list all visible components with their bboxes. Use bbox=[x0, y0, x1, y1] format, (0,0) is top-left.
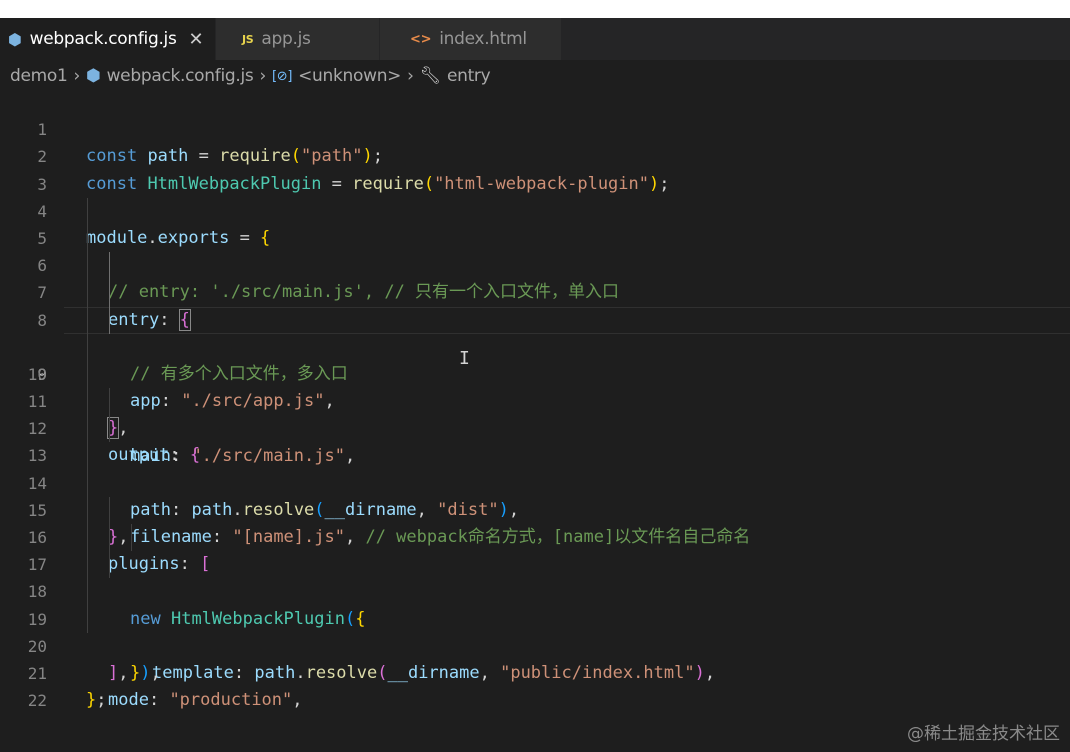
code-line: 16 new HtmlWebpackPlugin({ bbox=[0, 496, 1070, 629]
tab-index-html[interactable]: <> index.html bbox=[380, 18, 562, 60]
current-line-highlight bbox=[64, 306, 1070, 334]
chevron-right-icon: › bbox=[259, 66, 266, 86]
editor-tab-bar: ⬢ webpack.config.js ✕ JS app.js <> index… bbox=[0, 18, 1070, 60]
code-line: 22 bbox=[0, 660, 1070, 710]
tab-label: index.html bbox=[439, 29, 527, 49]
webpack-icon: ⬢ bbox=[8, 29, 22, 49]
breadcrumb-symbol[interactable]: <unknown> bbox=[298, 66, 401, 86]
code-line: 12 path: path.resolve(__dirname, "dist")… bbox=[0, 388, 1070, 520]
wrench-icon: 🔧︎ bbox=[419, 66, 442, 86]
code-line: 2 const HtmlWebpackPlugin = require("htm… bbox=[0, 116, 1070, 193]
code-line: 19 ], bbox=[0, 578, 1070, 683]
tab-label: app.js bbox=[261, 29, 311, 49]
breadcrumb: demo1 › ⬢ webpack.config.js › [⊘] <unkno… bbox=[0, 60, 1070, 92]
code-line: 13 filename: "[name].js", // webpack命名方式… bbox=[0, 415, 1070, 547]
code-line: 11 output: { bbox=[0, 360, 1070, 465]
breadcrumb-folder[interactable]: demo1 bbox=[10, 66, 68, 86]
code-line: 14 }, bbox=[0, 442, 1070, 547]
close-icon[interactable]: ✕ bbox=[189, 29, 204, 50]
code-line: 7 // 有多个入口文件，多入口 bbox=[0, 252, 1070, 384]
code-line: 6 entry: { bbox=[0, 224, 1070, 331]
html-icon: <> bbox=[410, 31, 432, 47]
tab-webpack-config[interactable]: ⬢ webpack.config.js ✕ bbox=[0, 18, 216, 60]
code-text: }; bbox=[86, 690, 107, 711]
code-line: 8 app: "./src/app.js", bbox=[0, 279, 1070, 411]
code-line: 5 // entry: './src/main.js', // 只有一个入口文件… bbox=[0, 197, 1070, 302]
top-strip bbox=[0, 0, 1070, 18]
tab-app-js[interactable]: JS app.js bbox=[216, 18, 380, 60]
chevron-right-icon: › bbox=[407, 66, 414, 86]
text-cursor-icon: I bbox=[459, 348, 470, 369]
code-line: 15 plugins: [ bbox=[0, 469, 1070, 574]
tab-label: webpack.config.js bbox=[29, 29, 177, 49]
code-editor[interactable]: 1 const path = require("path"); 2 const … bbox=[0, 89, 1070, 710]
breadcrumb-file[interactable]: webpack.config.js bbox=[107, 66, 254, 86]
chevron-right-icon: › bbox=[73, 66, 81, 86]
symbol-variable-icon: [⊘] bbox=[271, 68, 293, 84]
breadcrumb-property[interactable]: entry bbox=[447, 66, 491, 86]
webpack-icon: ⬢ bbox=[86, 66, 101, 86]
code-line: 17 template: path.resolve(__dirname, "pu… bbox=[0, 524, 1070, 683]
code-line: 10 }, bbox=[0, 333, 1070, 440]
code-text: mode: "production", bbox=[108, 690, 303, 711]
code-line: 4 module.exports = { bbox=[0, 171, 1070, 248]
watermark: @稀土掘金技术社区 bbox=[907, 724, 1060, 744]
code-line: 18 }), bbox=[0, 551, 1070, 683]
js-icon: JS bbox=[242, 32, 254, 46]
code-line: 20 mode: "production", bbox=[0, 605, 1070, 710]
code-line: 1 const path = require("path"); bbox=[0, 89, 1070, 166]
code-line-current: 9 main: "./src/main.js", bbox=[0, 306, 1070, 466]
line-number: 22 bbox=[27, 691, 47, 711]
code-line: 21 }; bbox=[0, 633, 1070, 710]
code-line: 3 bbox=[0, 143, 1070, 194]
